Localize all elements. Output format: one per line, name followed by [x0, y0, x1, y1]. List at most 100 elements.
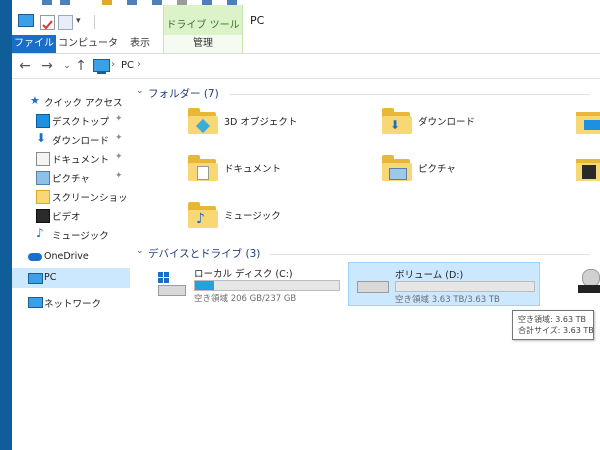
forward-arrow-icon[interactable]: → — [38, 57, 56, 75]
sidebar-item-label: PC — [44, 272, 57, 283]
folder-videos-partial[interactable] — [576, 155, 600, 181]
download-arrow-icon: ⬇ — [390, 118, 401, 132]
download-arrow-icon: ⬇ — [36, 131, 47, 145]
pin-icon[interactable]: ✦ — [115, 152, 123, 162]
music-note-icon: ♪ — [36, 226, 44, 240]
up-arrow-icon[interactable]: ↑ — [72, 57, 90, 75]
group-header-folders[interactable]: フォルダー (7) — [148, 86, 219, 101]
folder-name: ダウンロード — [418, 117, 476, 128]
collapse-chevron-icon[interactable]: ⌄ — [136, 246, 144, 256]
film-icon — [582, 165, 596, 179]
folder-name: ドキュメント — [224, 164, 282, 175]
folder-documents[interactable]: ドキュメント — [188, 151, 368, 191]
sidebar-item-screenshots[interactable]: スクリーンショット — [12, 186, 137, 206]
drive-usage-fill — [195, 281, 214, 290]
sidebar-item-network[interactable]: ネットワーク — [12, 292, 130, 312]
picture-icon — [36, 171, 50, 185]
tab-file[interactable]: ファイル — [12, 35, 56, 53]
sidebar-item-label: ドキュメント — [52, 155, 110, 166]
document-icon — [197, 166, 209, 180]
drive-tooltip: 空き領域: 3.63 TB 合計サイズ: 3.63 TB — [512, 310, 594, 340]
drive-name: ローカル ディスク (C:) — [194, 269, 293, 280]
tab-manage[interactable]: 管理 — [163, 35, 243, 53]
folder-downloads[interactable]: ⬇ ダウンロード — [382, 104, 562, 144]
pin-icon[interactable]: ✦ — [115, 171, 123, 181]
divider — [270, 254, 590, 255]
sidebar-item-onedrive[interactable]: OneDrive — [12, 247, 130, 267]
drive-name: ボリューム (D:) — [395, 270, 464, 281]
sidebar-item-desktop[interactable]: デスクトップ ✦ — [12, 110, 130, 130]
sidebar-item-label: ミュージック — [52, 231, 109, 242]
folder-icon — [382, 155, 412, 181]
music-note-icon: ♪ — [196, 211, 205, 227]
folder-name: ミュージック — [224, 211, 281, 222]
pc-icon — [28, 273, 43, 284]
sidebar-item-documents[interactable]: ドキュメント ✦ — [12, 148, 130, 168]
new-folder-icon[interactable] — [58, 15, 73, 30]
sidebar-item-label: デスクトップ — [52, 117, 110, 128]
checkmark-icon[interactable] — [40, 15, 55, 30]
group-header-devices[interactable]: デバイスとドライブ (3) — [148, 246, 260, 261]
sidebar-item-label: OneDrive — [44, 251, 89, 262]
sidebar-item-quick-access[interactable]: ★ クイック アクセス — [12, 91, 130, 111]
pin-icon[interactable]: ✦ — [115, 133, 123, 143]
dvd-logo-icon — [578, 285, 600, 293]
drive-usage-bar — [194, 280, 340, 291]
breadcrumb-pc[interactable]: PC — [121, 60, 134, 71]
tab-view[interactable]: 表示 — [120, 35, 160, 53]
folder-pictures[interactable]: ピクチャ — [382, 151, 562, 191]
windows-drive-icon — [154, 272, 188, 296]
tooltip-free-space: 空き領域: 3.63 TB — [518, 315, 586, 324]
folder-icon — [36, 190, 50, 204]
network-icon — [28, 297, 43, 308]
sidebar-item-pc[interactable]: PC — [12, 268, 130, 288]
folder-music[interactable]: ♪ ミュージック — [188, 198, 368, 238]
address-bar: ← → ⌄ ↑ › PC › — [12, 54, 600, 79]
drive-c[interactable]: ローカル ディスク (C:) 空き領域 206 GB/237 GB — [148, 262, 344, 304]
content-pane: ⌄ フォルダー (7) 3D オブジェクト ⬇ ダウンロード ドキュメント ピク… — [130, 79, 600, 450]
folder-icon — [188, 108, 218, 134]
star-icon: ★ — [30, 94, 40, 107]
contextual-tab-group-label: ドライブ ツール — [166, 20, 240, 31]
folder-3d-objects[interactable]: 3D オブジェクト — [188, 104, 368, 144]
tab-computer[interactable]: コンピューター — [56, 35, 120, 67]
sidebar-item-label: ネットワーク — [44, 299, 102, 310]
customize-dropdown-icon[interactable]: ▾ — [76, 15, 89, 28]
back-arrow-icon[interactable]: ← — [16, 57, 34, 75]
sidebar-item-videos[interactable]: ビデオ — [12, 205, 130, 225]
folder-name: ピクチャ — [418, 164, 456, 175]
cloud-icon — [28, 253, 42, 261]
picture-icon — [389, 168, 407, 180]
sidebar-item-label: クイック アクセス — [44, 98, 123, 109]
file-explorer-window: ▾ ドライブ ツール PC ファイル コンピューター 表示 管理 ← → ⌄ ↑… — [12, 0, 600, 450]
pc-icon — [93, 59, 110, 74]
breadcrumb-separator[interactable]: › — [111, 59, 115, 70]
collapse-chevron-icon[interactable]: ⌄ — [136, 86, 144, 96]
folder-name: 3D オブジェクト — [224, 117, 298, 128]
sidebar-item-music[interactable]: ♪ ミュージック — [12, 224, 130, 244]
breadcrumb-separator[interactable]: › — [137, 59, 141, 70]
desktop-icon — [584, 120, 600, 130]
video-icon — [36, 209, 50, 223]
window-title: PC — [250, 14, 265, 27]
drive-free-space: 空き領域 3.63 TB/3.63 TB — [395, 295, 500, 305]
sidebar-item-pictures[interactable]: ピクチャ ✦ — [12, 167, 130, 187]
divider — [230, 94, 590, 95]
folder-icon: ♪ — [188, 202, 218, 228]
tooltip-total-size: 合計サイズ: 3.63 TB — [518, 326, 594, 335]
drive-usage-bar — [395, 281, 535, 292]
folder-icon: ⬇ — [382, 108, 412, 134]
properties-icon[interactable] — [18, 14, 34, 27]
navigation-pane: ★ クイック アクセス デスクトップ ✦ ⬇ ダウンロード ✦ ドキュメント ✦… — [12, 79, 137, 450]
hard-drive-icon — [355, 273, 389, 295]
ribbon-tab-bar: ファイル コンピューター 表示 管理 — [12, 35, 600, 67]
dvd-drive-partial[interactable] — [578, 269, 600, 299]
folder-desktop-partial[interactable] — [576, 108, 600, 134]
sidebar-item-downloads[interactable]: ⬇ ダウンロード ✦ — [12, 129, 130, 149]
drive-free-space: 空き領域 206 GB/237 GB — [194, 294, 297, 304]
titlebar-divider — [94, 15, 95, 29]
contextual-tab-group: ドライブ ツール — [163, 5, 243, 35]
pin-icon[interactable]: ✦ — [115, 114, 123, 124]
drive-d[interactable]: ボリューム (D:) 空き領域 3.63 TB/3.63 TB — [348, 262, 540, 306]
sidebar-item-label: ダウンロード — [52, 136, 110, 147]
